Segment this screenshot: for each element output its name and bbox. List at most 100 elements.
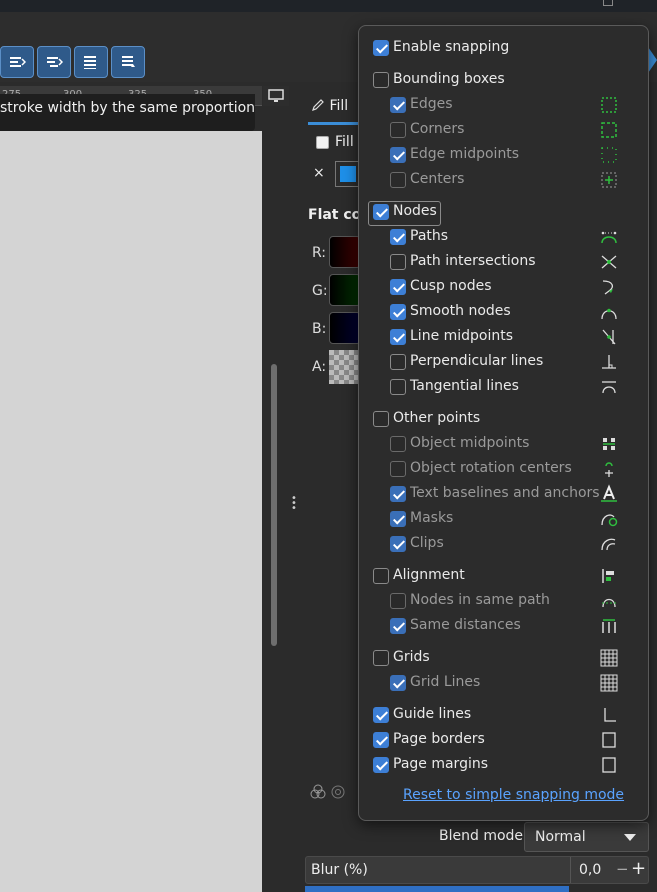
page-borders-icon [602, 732, 616, 748]
text-baselines-checkbox[interactable] [390, 486, 406, 502]
tangential-lines-row[interactable]: Tangential lines [359, 376, 648, 398]
blur-label: Blur (%) [311, 862, 368, 878]
corners-checkbox[interactable] [390, 122, 406, 138]
fill-checkbox[interactable] [316, 135, 329, 149]
edges-checkbox[interactable] [390, 97, 406, 113]
masks-row[interactable]: Masks [359, 508, 648, 530]
page-borders-checkbox[interactable] [373, 732, 389, 748]
tangential-lines-label: Tangential lines [410, 378, 519, 394]
enable-snapping-checkbox[interactable] [373, 40, 389, 56]
panel-splitter[interactable]: • • • [284, 106, 302, 892]
alignment-checkbox[interactable] [373, 568, 389, 584]
object-rotation-centers-checkbox[interactable] [390, 461, 406, 477]
scrollbar-thumb[interactable] [271, 364, 277, 646]
reset-simple-snapping-link[interactable]: Reset to simple snapping mode [403, 787, 624, 803]
nodes-same-path-checkbox[interactable] [390, 593, 406, 609]
edge-midpoints-checkbox[interactable] [390, 147, 406, 163]
same-distances-checkbox[interactable] [390, 618, 406, 634]
toolbar-button-4[interactable] [111, 46, 145, 78]
object-midpoints-row[interactable]: Object midpoints [359, 433, 648, 455]
grids-row[interactable]: Grids [359, 647, 648, 669]
object-midpoints-checkbox[interactable] [390, 436, 406, 452]
clips-icon [601, 538, 616, 551]
minus-icon[interactable]: − [616, 860, 629, 878]
channel-g-slider[interactable] [329, 274, 361, 306]
grid-lines-row[interactable]: Grid Lines [359, 672, 648, 694]
plus-icon[interactable]: + [631, 858, 646, 879]
toolbar-button-1[interactable] [0, 46, 34, 78]
nodes-same-path-row[interactable]: Nodes in same path [359, 590, 648, 612]
edges-label: Edges [410, 96, 453, 112]
display-mode-button[interactable] [263, 86, 289, 106]
grids-checkbox[interactable] [373, 650, 389, 666]
path-intersections-checkbox[interactable] [390, 254, 406, 270]
alignment-row[interactable]: Alignment [359, 565, 648, 587]
chevron-down-icon [624, 834, 636, 841]
blend-mode-select[interactable]: Normal [524, 822, 649, 852]
same-distances-row[interactable]: Same distances [359, 615, 648, 637]
masks-checkbox[interactable] [390, 511, 406, 527]
same-distances-label: Same distances [410, 617, 521, 633]
edges-row[interactable]: Edges [359, 94, 648, 116]
tab-fill[interactable]: Fill [311, 92, 361, 122]
toolbar-button-2[interactable] [37, 46, 71, 78]
toolbar-button-3[interactable] [74, 46, 108, 78]
clips-checkbox[interactable] [390, 536, 406, 552]
paths-icon [601, 231, 617, 244]
smooth-nodes-checkbox[interactable] [390, 304, 406, 320]
blur-slider-fill[interactable] [305, 886, 569, 892]
line-midpoints-row[interactable]: Line midpoints [359, 326, 648, 348]
other-points-checkbox[interactable] [373, 411, 389, 427]
corners-row[interactable]: Corners [359, 119, 648, 141]
bounding-boxes-row[interactable]: Bounding boxes [359, 69, 648, 91]
canvas-scrollbar[interactable] [262, 106, 284, 892]
centers-row[interactable]: Centers [359, 169, 648, 191]
grid-lines-checkbox[interactable] [390, 675, 406, 691]
channel-r-slider[interactable] [329, 236, 361, 268]
perpendicular-lines-checkbox[interactable] [390, 354, 406, 370]
enable-snapping-label: Enable snapping [393, 39, 510, 55]
subtab-fill[interactable]: Fill [316, 134, 354, 150]
cusp-nodes-checkbox[interactable] [390, 279, 406, 295]
channel-a-slider[interactable] [329, 350, 361, 384]
other-points-row[interactable]: Other points [359, 408, 648, 430]
clips-row[interactable]: Clips [359, 533, 648, 555]
channel-a-label: A: [312, 359, 327, 375]
enable-snapping-row[interactable]: Enable snapping [359, 37, 648, 59]
nodes-checkbox[interactable] [373, 204, 389, 220]
tangential-lines-checkbox[interactable] [390, 379, 406, 395]
centers-checkbox[interactable] [390, 172, 406, 188]
page-margins-row[interactable]: Page margins [359, 754, 648, 776]
paths-row[interactable]: Paths [359, 226, 648, 248]
text-flow-icon [122, 56, 135, 67]
rotation-centers-icon [605, 462, 613, 477]
blend-mode-value: Normal [535, 829, 586, 845]
channel-b-slider[interactable] [329, 312, 361, 344]
nodes-row[interactable]: Nodes [359, 201, 648, 223]
guide-lines-checkbox[interactable] [373, 707, 389, 723]
active-tab-indicator [308, 122, 360, 125]
object-midpoints-icon [603, 438, 615, 450]
path-intersections-row[interactable]: Path intersections [359, 251, 648, 273]
smooth-nodes-row[interactable]: Smooth nodes [359, 301, 648, 323]
text-baselines-row[interactable]: Text baselines and anchors [359, 483, 648, 505]
page-borders-row[interactable]: Page borders [359, 729, 648, 751]
paths-checkbox[interactable] [390, 229, 406, 245]
bounding-boxes-checkbox[interactable] [373, 72, 389, 88]
edge-midpoints-label: Edge midpoints [410, 146, 520, 162]
perpendicular-lines-row[interactable]: Perpendicular lines [359, 351, 648, 373]
monitor-icon [268, 89, 284, 102]
smooth-nodes-icon [601, 308, 617, 320]
line-midpoints-checkbox[interactable] [390, 329, 406, 345]
cusp-nodes-row[interactable]: Cusp nodes [359, 276, 648, 298]
color-wheel-icon [310, 784, 345, 799]
edge-midpoints-row[interactable]: Edge midpoints [359, 144, 648, 166]
object-rotation-centers-row[interactable]: Object rotation centers [359, 458, 648, 480]
no-paint-button[interactable]: × [313, 165, 325, 181]
page-margins-checkbox[interactable] [373, 757, 389, 773]
canvas[interactable] [0, 131, 262, 892]
blur-spinbox[interactable]: Blur (%) 0,0 − + [305, 856, 649, 884]
bbox-centers-icon [601, 172, 617, 188]
blur-value[interactable]: 0,0 [570, 857, 618, 883]
guide-lines-row[interactable]: Guide lines [359, 704, 648, 726]
